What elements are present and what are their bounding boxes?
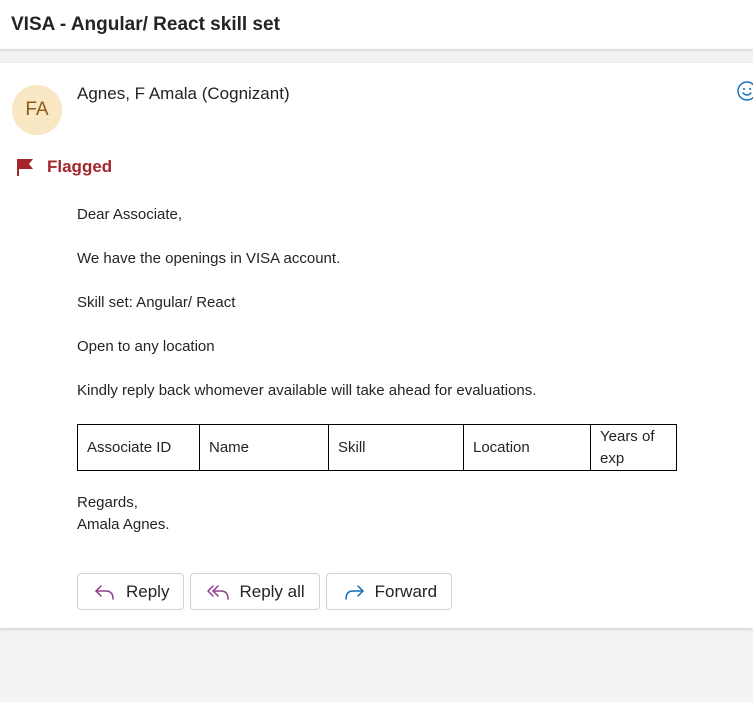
reply-all-arrow-icon bbox=[207, 584, 230, 600]
table-header-cell: Years of exp bbox=[590, 424, 677, 471]
body-line-request: Kindly reply back whomever available wil… bbox=[77, 382, 537, 399]
sender-avatar[interactable]: FA bbox=[12, 85, 62, 135]
table-header-cell: Skill bbox=[328, 424, 464, 471]
body-line-location: Open to any location bbox=[77, 338, 215, 355]
body-greeting: Dear Associate, bbox=[77, 206, 183, 223]
body-signature: Amala Agnes. bbox=[77, 516, 170, 533]
body-line-openings: We have the openings in VISA account. bbox=[77, 250, 341, 267]
forward-arrow-icon bbox=[344, 584, 364, 600]
email-subject: VISA - Angular/ React skill set bbox=[11, 14, 280, 35]
flag-icon bbox=[17, 159, 33, 176]
table-header-cell: Name bbox=[199, 424, 329, 471]
reply-button[interactable]: Reply bbox=[77, 573, 185, 610]
flag-label: Flagged bbox=[47, 157, 113, 176]
message-actions: Reply Reply all Forward bbox=[77, 573, 453, 610]
table-header-cell: Associate ID bbox=[77, 424, 200, 471]
reply-arrow-icon bbox=[95, 584, 114, 600]
smiley-icon[interactable] bbox=[736, 80, 753, 102]
sender-name[interactable]: Agnes, F Amala (Cognizant) bbox=[77, 84, 290, 104]
forward-button[interactable]: Forward bbox=[325, 573, 453, 610]
subject-bar: VISA - Angular/ React skill set bbox=[0, 0, 753, 49]
reply-label: Reply bbox=[126, 581, 170, 601]
body-signoff: Regards, bbox=[77, 494, 138, 511]
table-header-cell: Location bbox=[463, 424, 591, 471]
reply-all-label: Reply all bbox=[239, 581, 305, 601]
candidate-table: Associate ID Name Skill Location Years o… bbox=[77, 424, 677, 471]
message-card: FA Agnes, F Amala (Cognizant) Flagged De… bbox=[0, 63, 753, 628]
reply-all-button[interactable]: Reply all bbox=[190, 573, 320, 610]
flag-status[interactable]: Flagged bbox=[15, 157, 112, 177]
forward-label: Forward bbox=[374, 581, 438, 601]
table-header-row: Associate ID Name Skill Location Years o… bbox=[77, 424, 677, 471]
body-line-skillset: Skill set: Angular/ React bbox=[77, 294, 236, 311]
